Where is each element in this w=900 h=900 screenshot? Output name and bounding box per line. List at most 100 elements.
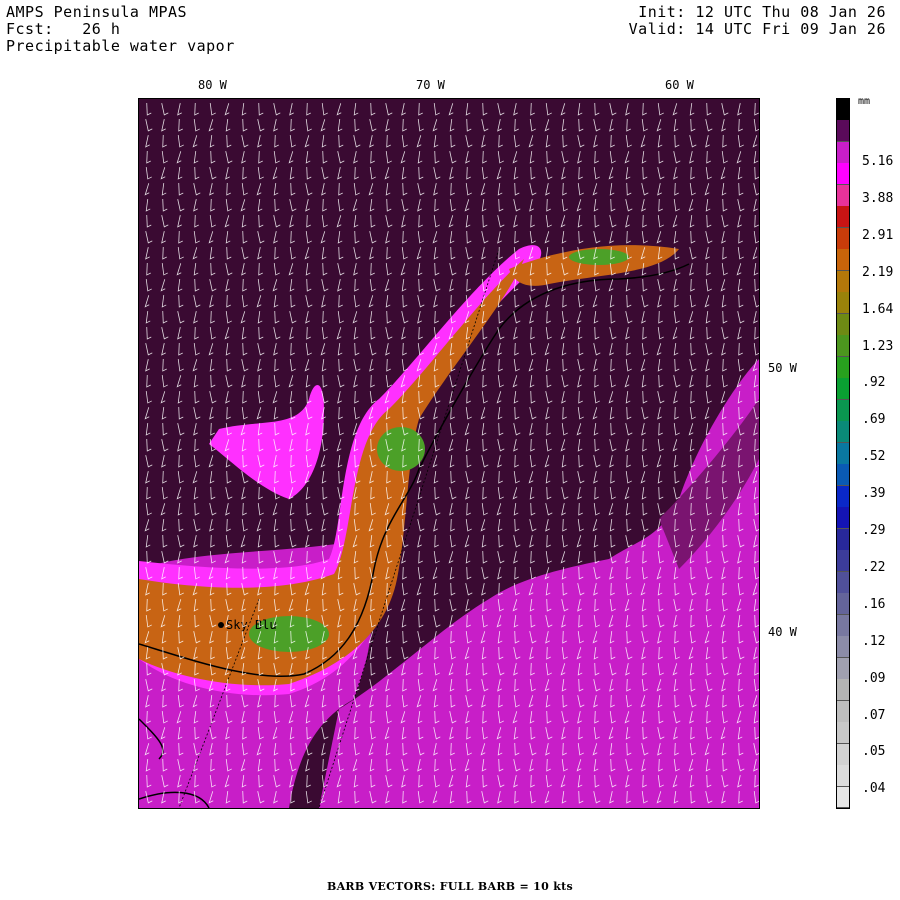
wind-barb — [672, 439, 678, 452]
wind-barb — [337, 310, 344, 324]
wind-barb — [162, 134, 167, 148]
wind-barb — [578, 230, 584, 244]
wind-barb — [401, 647, 409, 660]
wind-barb — [609, 327, 617, 340]
wind-barb — [192, 471, 198, 484]
wind-barb — [497, 343, 502, 356]
wind-barb — [593, 135, 598, 148]
wind-barb — [177, 246, 184, 260]
wind-barb — [704, 295, 710, 308]
wind-barb — [272, 503, 278, 516]
map-panel: Sky Blu — [138, 98, 760, 809]
wind-barb — [592, 295, 598, 308]
wind-barb — [417, 519, 425, 532]
wind-barb — [321, 295, 326, 308]
wind-barb — [224, 215, 230, 228]
wind-barb — [497, 455, 502, 468]
wind-barb — [209, 407, 214, 420]
wind-barb — [336, 103, 342, 116]
wind-barb — [274, 358, 279, 372]
wind-barb — [433, 102, 440, 116]
wind-barb — [226, 518, 231, 532]
wind-barb — [576, 311, 582, 324]
wind-barb — [610, 358, 615, 372]
wind-barb — [561, 487, 569, 500]
wind-barb — [545, 134, 551, 148]
wind-barb — [226, 406, 231, 420]
wind-barb — [177, 327, 182, 340]
wind-barb — [609, 150, 616, 164]
wind-barb — [146, 102, 152, 116]
wind-barb — [656, 455, 662, 468]
wind-barb — [497, 406, 503, 420]
colorbar-tick-label: .05 — [862, 744, 886, 760]
wind-barb — [145, 198, 151, 212]
wind-barb — [353, 263, 358, 276]
wind-barb — [737, 166, 743, 180]
wind-barb — [497, 182, 503, 196]
wind-barb — [561, 230, 567, 244]
wind-barb — [289, 502, 295, 516]
wind-barb — [226, 294, 231, 308]
wind-barb — [226, 246, 232, 260]
wind-barb — [337, 279, 342, 292]
wind-barb — [193, 262, 199, 276]
wind-barb — [161, 486, 168, 500]
wind-barb — [288, 263, 294, 276]
wind-barb — [577, 359, 585, 372]
wind-barb — [177, 535, 185, 548]
wind-barb — [465, 247, 473, 260]
wind-barb — [625, 327, 630, 340]
wind-barb — [642, 102, 647, 116]
wind-barb — [593, 471, 598, 484]
wind-barb — [274, 198, 280, 212]
wind-barb — [210, 534, 215, 548]
wind-barb — [689, 102, 695, 116]
wind-barb — [193, 118, 200, 132]
wind-barb — [368, 183, 374, 196]
wind-barb — [226, 182, 231, 196]
wind-barb — [434, 486, 440, 500]
colorbar-swatch — [837, 227, 849, 250]
wind-barb — [513, 470, 520, 484]
wind-barb — [690, 342, 696, 356]
wind-barb — [576, 199, 582, 212]
wind-barb — [514, 118, 519, 132]
wind-barb — [610, 310, 616, 324]
wind-barb — [369, 390, 376, 404]
wind-barb — [498, 310, 504, 324]
wind-barb — [754, 166, 759, 180]
wind-barb — [177, 166, 183, 180]
wind-barb — [193, 407, 201, 420]
wind-barb — [305, 519, 313, 532]
wind-barb — [705, 278, 712, 292]
wind-barb — [705, 198, 711, 212]
wind-barb — [594, 326, 600, 340]
wind-barb — [578, 342, 584, 356]
wind-barb — [386, 134, 391, 148]
wind-barb — [466, 566, 472, 580]
wind-barb — [514, 342, 519, 356]
wind-barb — [464, 423, 470, 436]
wind-barb — [673, 375, 681, 388]
wind-barb — [209, 470, 215, 484]
colorbar-swatch — [837, 442, 849, 465]
wind-barb — [241, 326, 247, 340]
colorbar-swatch — [837, 593, 849, 616]
wind-barb — [673, 454, 679, 468]
wind-barb — [161, 439, 169, 452]
wind-barb — [416, 247, 422, 260]
wind-barb — [658, 150, 664, 164]
wind-barb — [194, 166, 200, 180]
wind-barb — [144, 295, 150, 308]
wind-barb — [689, 151, 694, 164]
wind-barb — [561, 151, 569, 164]
wind-barb — [178, 518, 184, 532]
wind-barb — [514, 454, 519, 468]
colorbar-swatch — [837, 700, 849, 723]
wind-barb — [530, 438, 535, 452]
wind-barb — [449, 279, 454, 292]
wind-barb — [480, 407, 486, 420]
wind-barb — [162, 310, 168, 324]
wind-barb — [146, 262, 151, 276]
